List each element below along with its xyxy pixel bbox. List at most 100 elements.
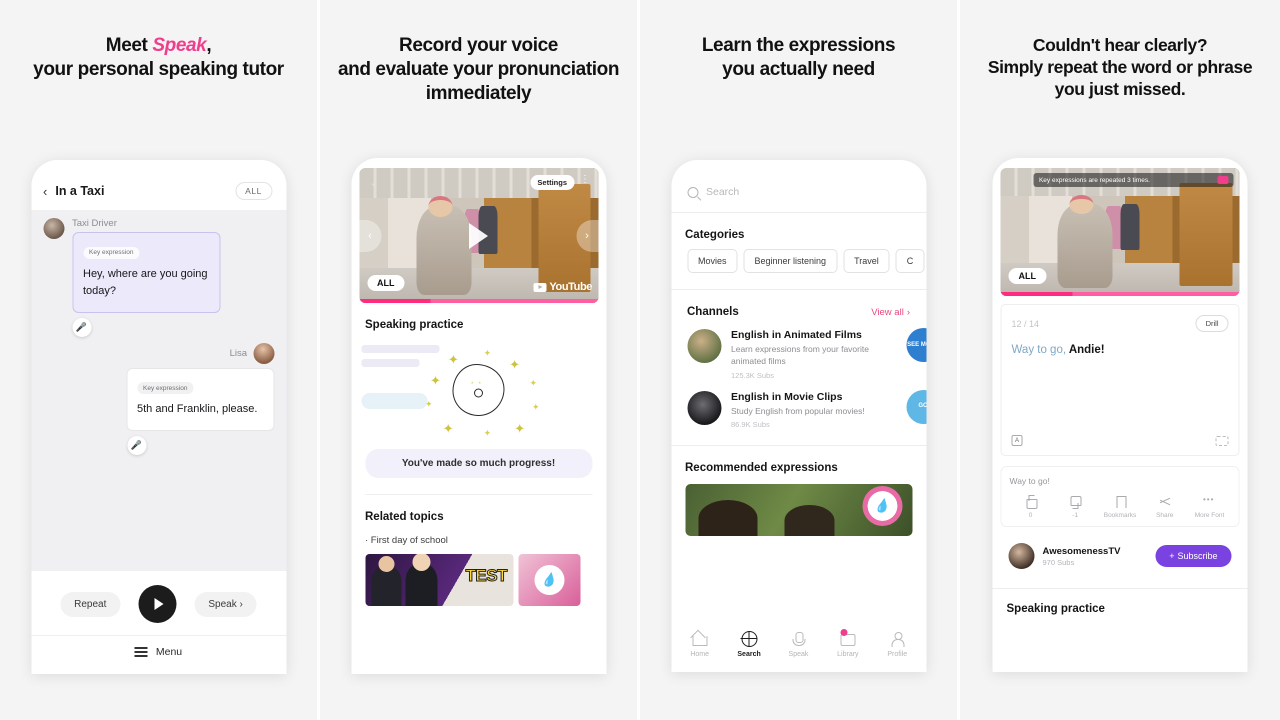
speak-button[interactable]: Speak ›: [194, 591, 257, 617]
category-chip[interactable]: Movies: [687, 249, 738, 273]
video-progress-bar[interactable]: [359, 299, 598, 303]
app-screen-discover: Search Categories Movies Beginner listen…: [671, 160, 926, 672]
subscribe-button[interactable]: + Subscribe: [1155, 545, 1232, 567]
progress-message: You've made so much progress!: [365, 449, 592, 478]
headline-line-2: your personal speaking tutor: [33, 58, 284, 80]
more-button[interactable]: More Font: [1189, 495, 1231, 519]
drill-button[interactable]: Drill: [1195, 315, 1229, 332]
share-icon: [1158, 495, 1171, 508]
video-player[interactable]: ⌄ ‹ › Settings ⋮ ALL YouTube: [359, 168, 598, 303]
channel-badge[interactable]: GO: [906, 389, 926, 424]
search-placeholder: Search: [706, 186, 740, 198]
category-chip[interactable]: Beginner listening: [743, 249, 838, 273]
mascot-eyes: **: [471, 382, 486, 388]
channel-row[interactable]: English in Movie Clips Study English fro…: [671, 380, 926, 429]
channel-subscribers: 86.9K Subs: [731, 419, 770, 429]
video-player[interactable]: Key expressions are repeated 3 times. AL…: [1000, 168, 1240, 296]
avatar: [687, 390, 721, 425]
phone-mockup-2: ⌄ ‹ › Settings ⋮ ALL YouTube Speaking pr…: [351, 158, 606, 674]
thumbnail-person-1: [371, 556, 401, 606]
channel-description: Learn expressions from your favorite ani…: [731, 344, 869, 367]
thumbnail-person-2: [405, 554, 437, 606]
message-list: Taxi Driver Key expression Hey, where ar…: [31, 210, 286, 571]
caption-index: 12: [1011, 318, 1022, 329]
video-person-1: [1057, 203, 1113, 289]
share-button[interactable]: Share: [1144, 495, 1186, 519]
view-all-button[interactable]: View all ›: [871, 307, 910, 318]
panel-3-headline: Learn the expressions you actually need: [640, 34, 957, 82]
key-expression-tag: Key expression: [83, 246, 140, 259]
microphone-icon[interactable]: 🎤: [72, 317, 91, 337]
play-button[interactable]: [138, 585, 177, 623]
category-chip-row: Movies Beginner listening Travel C: [671, 241, 926, 273]
video-progress-bar[interactable]: [1000, 292, 1240, 296]
section-title: Channels: [687, 306, 739, 318]
channel-row[interactable]: English in Animated Films Learn expressi…: [671, 318, 926, 380]
message-bubble[interactable]: Key expression 5th and Franklin, please.: [126, 367, 274, 432]
social-actions-card: Way to go! 0 -1 Bookmarks Share ••• More…: [1000, 466, 1240, 527]
category-chip[interactable]: Travel: [843, 249, 890, 273]
settings-button[interactable]: Settings: [530, 175, 574, 190]
related-topic-item[interactable]: · First day of school: [365, 535, 592, 546]
avatar: [43, 218, 64, 239]
phone-mockup-1: ‹ In a Taxi ALL Taxi Driver Key expressi…: [31, 160, 286, 674]
caption-counter: 12 / 14: [1012, 319, 1040, 329]
globe-icon: [740, 630, 758, 647]
flame-icon: 💧: [873, 497, 891, 513]
conversation-header: ‹ In a Taxi ALL: [31, 160, 286, 210]
repeat-button[interactable]: Repeat: [60, 591, 121, 617]
thumbnail-card[interactable]: 💧: [518, 554, 580, 606]
kebab-menu-icon[interactable]: ⋮: [580, 175, 590, 185]
chevron-down-icon[interactable]: ⌄: [369, 176, 378, 189]
tab-library[interactable]: Library: [826, 629, 870, 658]
caption-text-dim: Way to go,: [1011, 344, 1067, 356]
like-button[interactable]: 0: [1010, 495, 1052, 519]
menu-button[interactable]: Menu: [31, 635, 286, 674]
play-icon: [154, 598, 164, 610]
channel-name: AwesomenessTV: [1042, 545, 1121, 557]
category-chip[interactable]: C: [895, 249, 925, 273]
message-bubble[interactable]: Key expression Hey, where are you going …: [72, 232, 220, 313]
section-title: Speaking practice: [1006, 603, 1105, 615]
promo-panel-3: Learn the expressions you actually need …: [640, 0, 960, 720]
action-label: Share: [1156, 512, 1174, 519]
message-row-lisa: Lisa Key expression 5th and Franklin, pl…: [43, 342, 274, 456]
bottom-tab-bar: Home Search Speak Library Profile: [671, 619, 926, 672]
chevron-left-icon[interactable]: ‹: [43, 184, 47, 199]
tab-profile[interactable]: Profile: [875, 631, 919, 658]
home-icon: [692, 631, 708, 647]
bookmark-button[interactable]: Bookmarks: [1099, 495, 1141, 519]
dislike-button[interactable]: -1: [1054, 495, 1096, 519]
tab-search[interactable]: Search: [727, 630, 771, 658]
text-size-icon[interactable]: A: [1011, 435, 1023, 446]
play-icon[interactable]: [469, 222, 488, 249]
all-filter-button[interactable]: ALL: [367, 275, 405, 291]
tip-text: Key expressions are repeated 3 times.: [1038, 176, 1150, 184]
recommended-card[interactable]: 💧: [685, 483, 912, 536]
speak-label: Speak: [208, 598, 237, 610]
channel-badge[interactable]: SEE MORE: [906, 328, 926, 362]
tab-label: Profile: [887, 651, 908, 658]
tab-label: Search: [737, 651, 761, 658]
loop-icon[interactable]: [1215, 436, 1229, 446]
all-filter-button[interactable]: ALL: [1008, 268, 1046, 284]
thumbnail-card[interactable]: [365, 554, 513, 606]
tab-home[interactable]: Home: [678, 631, 722, 658]
plus-icon: +: [1169, 551, 1175, 561]
all-filter-button[interactable]: ALL: [235, 182, 272, 200]
progress-illustration: ✦ ✦ ✦ ✦ ✦ ✦ ✦ ✦ ✦ ✦ **: [351, 331, 606, 449]
action-label: More Font: [1194, 512, 1225, 519]
view-all-label: View all: [871, 306, 904, 318]
caption-card: 12 / 14 Drill Way to go, Andie! A: [1000, 304, 1240, 456]
headline-text-pre: Meet: [105, 35, 153, 56]
search-input[interactable]: Search: [671, 160, 926, 212]
microphone-icon[interactable]: 🎤: [127, 436, 146, 456]
conversation-title: In a Taxi: [55, 184, 105, 198]
section-title: Related topics: [365, 511, 444, 523]
app-screen-video: ⌄ ‹ › Settings ⋮ ALL YouTube Speaking pr…: [351, 158, 606, 674]
headline-line-1: Record your voice: [399, 35, 558, 56]
tab-speak[interactable]: Speak: [776, 631, 820, 658]
flame-icon: 💧: [540, 572, 558, 587]
mascot-icon: **: [452, 364, 505, 416]
action-label: 0: [1028, 512, 1033, 519]
